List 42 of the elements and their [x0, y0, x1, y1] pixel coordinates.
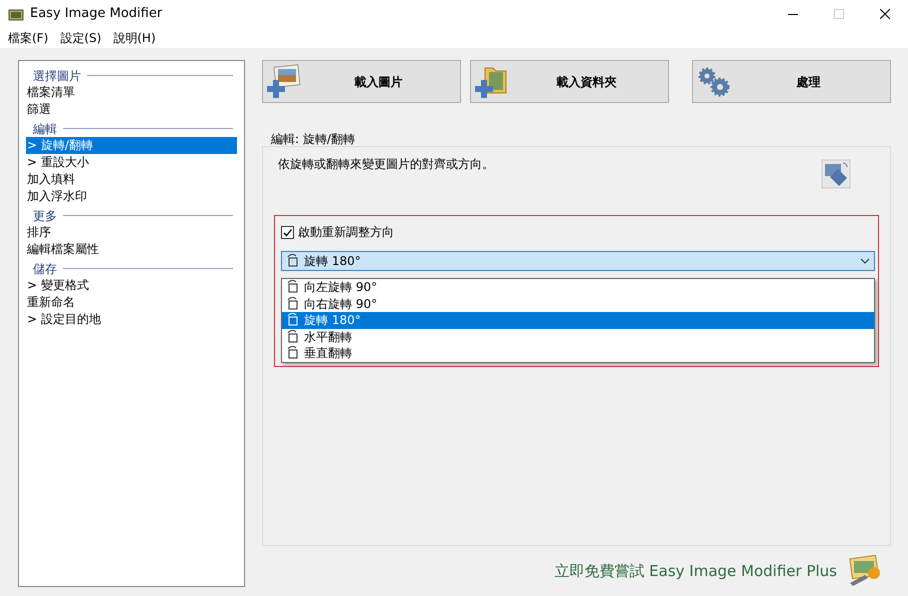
section-heading: 編輯	[33, 120, 57, 138]
promo-link[interactable]: 立即免費嘗試 Easy Image Modifier Plus	[554, 560, 837, 582]
dropdown-option[interactable]: 旋轉 180°	[282, 312, 874, 328]
close-icon	[880, 9, 890, 19]
menu-item[interactable]: 設定(S)	[54, 29, 108, 47]
dropdown-option[interactable]: 向左旋轉 90°	[282, 279, 874, 296]
menu-item[interactable]: 檔案(F)	[2, 29, 54, 47]
gears-icon	[697, 66, 731, 98]
sidebar-item[interactable]: 檔案清單	[26, 84, 237, 101]
sidebar-item[interactable]: > 旋轉/翻轉	[26, 137, 237, 154]
window-title: Easy Image Modifier	[30, 5, 162, 24]
toolbar-button[interactable]: 載入資料夾	[470, 60, 669, 103]
checkbox[interactable]	[281, 226, 294, 238]
sidebar-item[interactable]: 排序	[26, 224, 237, 241]
maximize-icon	[834, 9, 844, 19]
section-heading: 選擇圖片	[33, 68, 81, 84]
checkbox-label: 啟動重新調整方向	[298, 224, 394, 241]
sidebar-item[interactable]: > 重設大小	[26, 154, 237, 171]
sidebar-item[interactable]: > 變更格式	[26, 277, 237, 294]
dropdown-value: 旋轉 180°	[304, 253, 361, 270]
section-heading: 更多	[33, 208, 57, 224]
sidebar-item[interactable]: 重新命名	[26, 294, 237, 311]
add-image-icon	[267, 64, 301, 100]
description-text: 依旋轉或翻轉來變更圖片的對齊或方向。	[278, 156, 494, 173]
sidebar-item[interactable]: 加入浮水印	[26, 188, 237, 205]
dropdown-option[interactable]: 垂直翻轉	[282, 345, 874, 362]
group-title: 編輯: 旋轉/翻轉	[271, 132, 356, 146]
toolbar-button[interactable]: 載入圖片	[262, 60, 461, 103]
dropdown-field[interactable]: 旋轉 180°	[281, 251, 875, 271]
dropdown-option[interactable]: 水平翻轉	[282, 328, 874, 345]
chevron-down-icon	[860, 258, 870, 264]
sidebar-item[interactable]: 編輯檔案屬性	[26, 241, 237, 258]
sidebar-item[interactable]: > 設定目的地	[26, 311, 237, 328]
sidebar-item[interactable]: 加入填料	[26, 171, 237, 188]
dropdown-option[interactable]: 向右旋轉 90°	[282, 296, 874, 312]
sidebar-item[interactable]: 篩選	[26, 101, 237, 118]
app-icon	[8, 6, 24, 23]
menu-item[interactable]: 說明(H)	[107, 29, 162, 47]
image-tool-icon	[847, 555, 883, 587]
rotate-icon	[821, 159, 851, 189]
toolbar-button[interactable]: 處理	[692, 60, 891, 103]
section-heading: 儲存	[33, 260, 57, 278]
